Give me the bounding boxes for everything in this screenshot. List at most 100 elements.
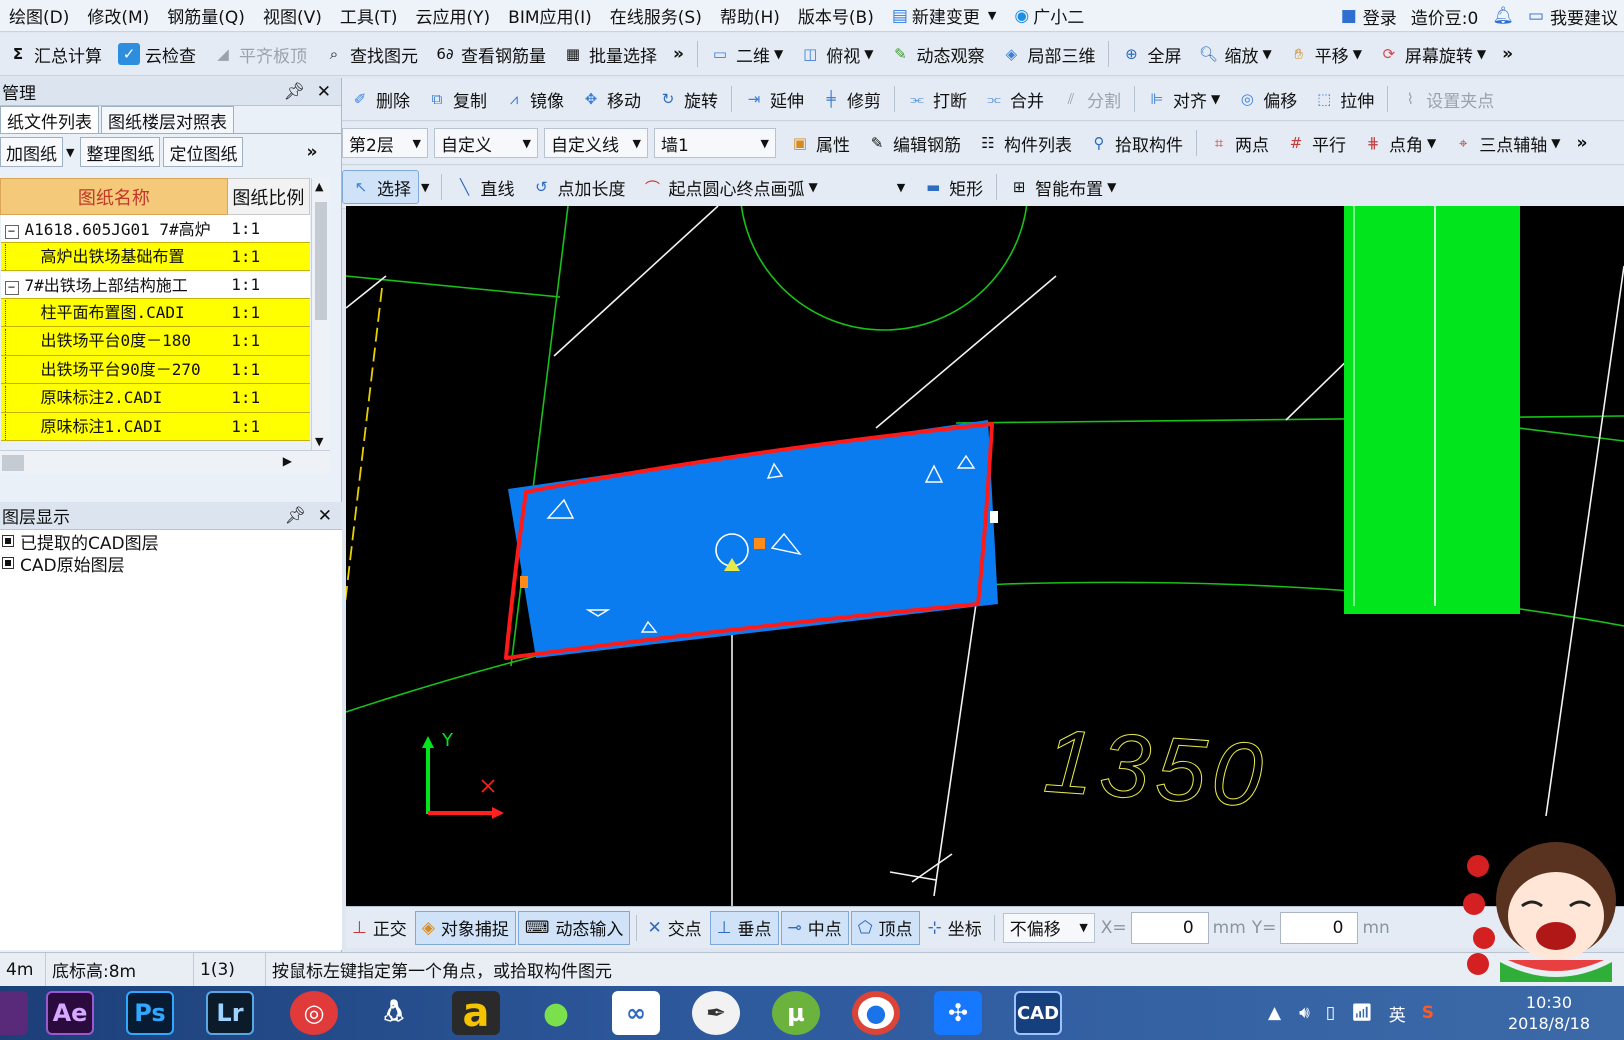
- scroll-thumb[interactable]: [315, 202, 327, 320]
- dyn-input-toggle[interactable]: ⌨︎ 动态输入: [517, 910, 631, 945]
- delete-button[interactable]: ✐ 删除: [342, 82, 417, 116]
- drawing-scale-cell[interactable]: 1:1: [227, 355, 310, 384]
- pin-icon[interactable]: 📌︎: [283, 82, 305, 102]
- zoom-button[interactable]: 🔍︎ 缩放 ▼: [1190, 37, 1278, 71]
- battery-icon[interactable]: ▯: [1326, 1003, 1335, 1023]
- table-row[interactable]: 出铁场平台0度－180 1:1: [0, 326, 310, 356]
- midpoint-snap[interactable]: ⊸ 中点: [780, 910, 849, 945]
- input-language[interactable]: 英: [1389, 1001, 1406, 1026]
- rotate-screen-button[interactable]: ⟳ 屏幕旋转 ▼: [1371, 37, 1493, 71]
- set-grip-button[interactable]: ⌇ 设置夹点: [1392, 82, 1501, 116]
- align-button[interactable]: ⊫ 对齐 ▼: [1139, 82, 1227, 116]
- table-horizontal-scrollbar[interactable]: ▶: [0, 450, 330, 474]
- drawing-scale-cell[interactable]: 1:1: [227, 383, 310, 413]
- drawing-name-cell[interactable]: 高炉出铁场基础布置: [0, 242, 228, 271]
- drawing-name-cell[interactable]: 柱平面布置图.CADI: [0, 298, 228, 327]
- batch-select-button[interactable]: ▦ 批量选择: [555, 37, 664, 71]
- copy-button[interactable]: ⧉ 复制: [419, 82, 494, 116]
- custom-line-select[interactable]: 自定义线 ▼: [544, 128, 648, 158]
- offset-button[interactable]: ◎ 偏移: [1229, 82, 1304, 116]
- menu-help[interactable]: 帮助(H): [711, 0, 789, 32]
- menu-draw[interactable]: 绘图(D): [0, 0, 78, 32]
- premiere-app-icon[interactable]: [0, 991, 28, 1035]
- pan-button[interactable]: ✋︎ 平移 ▼: [1281, 37, 1369, 71]
- drawing-name-cell[interactable]: 出铁场平台90度－270: [0, 355, 228, 384]
- coordinate-snap[interactable]: ⊹ 坐标: [922, 911, 988, 945]
- drawing-scale-cell[interactable]: 1:1: [227, 270, 310, 299]
- drawing-scale-cell[interactable]: 1:1: [227, 242, 310, 271]
- login-button[interactable]: ■ 登录: [1341, 4, 1397, 29]
- menu-tools[interactable]: 工具(T): [331, 0, 407, 32]
- collapse-toggle-icon[interactable]: −: [4, 225, 19, 240]
- offset-mode-select[interactable]: 不偏移 ▼: [1002, 912, 1095, 943]
- baidu-netdisk-icon[interactable]: ∞: [612, 991, 660, 1035]
- table-row[interactable]: 出铁场平台90度－270 1:1: [0, 355, 310, 384]
- component-list-button[interactable]: ☷ 构件列表: [970, 126, 1079, 160]
- photoshop-app-icon[interactable]: Ps: [126, 991, 174, 1035]
- intersection-snap[interactable]: ✕ 交点: [641, 911, 707, 945]
- cad-app-icon[interactable]: CAD: [1014, 991, 1062, 1035]
- close-icon[interactable]: ✕: [318, 506, 332, 526]
- drawing-scale-cell[interactable]: 1:1: [227, 214, 310, 243]
- drawing-name-cell[interactable]: −7#出铁场上部结构施工: [0, 270, 228, 299]
- select-button[interactable]: ↖ 选择: [342, 170, 419, 204]
- font-app-icon[interactable]: a: [452, 990, 500, 1036]
- arc-button[interactable]: ⌒ 起点圆心终点画弧 ▼: [634, 170, 824, 204]
- bell-icon[interactable]: 🔔︎: [1492, 6, 1514, 26]
- property-button[interactable]: ▣ 属性: [782, 126, 857, 160]
- cloud-check-button[interactable]: ✓ 云检查: [111, 37, 203, 71]
- drawing-name-cell[interactable]: 原味标注1.CADI: [0, 412, 228, 441]
- scroll-right-icon[interactable]: ▶: [283, 454, 292, 468]
- column-element[interactable]: [1344, 206, 1520, 614]
- tray-expand-icon[interactable]: ▲: [1268, 1003, 1281, 1023]
- volume-icon[interactable]: 🔊︎: [1299, 1003, 1310, 1023]
- smart-layout-button[interactable]: ⊞ 智能布置 ▼: [1001, 170, 1123, 204]
- table-row[interactable]: 高炉出铁场基础布置 1:1: [0, 242, 310, 271]
- y-coordinate-input[interactable]: 0: [1280, 911, 1359, 944]
- pick-component-button[interactable]: ⚲ 拾取构件: [1081, 126, 1190, 160]
- drawing-scale-cell[interactable]: 1:1: [227, 412, 310, 441]
- sogou-ime-icon[interactable]: S: [1422, 1003, 1434, 1023]
- top-view-button[interactable]: ◫ 俯视 ▼: [792, 37, 880, 71]
- drawing-scale-cell[interactable]: 1:1: [227, 298, 310, 327]
- drawing-name-cell[interactable]: 出铁场平台0度－180: [0, 326, 228, 356]
- chevron-down-icon[interactable]: ▼: [66, 146, 74, 159]
- menu-view[interactable]: 视图(V): [254, 0, 331, 32]
- add-drawing-button[interactable]: 加图纸: [0, 137, 63, 167]
- local-3d-button[interactable]: ◈ 局部三维: [993, 37, 1102, 71]
- overflow-chevron-icon[interactable]: »: [1569, 126, 1594, 160]
- move-button[interactable]: ✥ 移动: [573, 82, 648, 116]
- osnap-toggle[interactable]: ◈ 对象捕捉: [414, 910, 516, 945]
- vertex-snap[interactable]: ⬠ 顶点: [850, 910, 920, 945]
- find-element-button[interactable]: ⌕ 查找图元: [316, 37, 425, 71]
- menu-cloud[interactable]: 云应用(Y): [407, 0, 500, 32]
- table-vertical-scrollbar[interactable]: ▲ ▼: [311, 178, 330, 450]
- view-2d-button[interactable]: ▭ 二维 ▼: [702, 37, 790, 71]
- break-button[interactable]: ⫘ 打断: [899, 82, 974, 116]
- scroll-down-icon[interactable]: ▼: [315, 435, 323, 448]
- overflow-chevron-icon[interactable]: »: [306, 142, 317, 162]
- menu-new-change[interactable]: ▤ 新建变更 ▼: [883, 0, 1006, 32]
- flush-top-button[interactable]: ◢ 平齐板顶: [205, 37, 314, 71]
- point-length-button[interactable]: ↺ 点加长度: [523, 170, 632, 204]
- chrome-icon[interactable]: ●: [852, 991, 900, 1035]
- utorrent-icon[interactable]: µ: [772, 991, 820, 1035]
- x-coordinate-input[interactable]: 0: [1130, 911, 1209, 944]
- menu-modify[interactable]: 修改(M): [78, 0, 158, 32]
- menu-rebar-qty[interactable]: 钢筋量(Q): [158, 0, 254, 32]
- table-row[interactable]: 柱平面布置图.CADI 1:1: [0, 298, 310, 327]
- chevron-down-icon[interactable]: ▼: [421, 181, 429, 194]
- scroll-up-icon[interactable]: ▲: [315, 180, 323, 193]
- layer-checkbox[interactable]: [2, 557, 14, 569]
- menu-online[interactable]: 在线服务(S): [601, 0, 711, 32]
- stretch-button[interactable]: ⬚ 拉伸: [1306, 82, 1381, 116]
- layer-item-original[interactable]: CAD原始图层: [0, 552, 342, 576]
- drawing-canvas[interactable]: Y X 1350: [346, 206, 1624, 906]
- lightroom-app-icon[interactable]: Lr: [206, 991, 254, 1035]
- qq-icon[interactable]: 🐧︎: [370, 991, 418, 1035]
- summary-button[interactable]: Σ 汇总计算: [0, 37, 109, 71]
- pin-icon[interactable]: 📌︎: [284, 506, 306, 526]
- pen-app-icon[interactable]: ✒︎: [692, 991, 740, 1035]
- view-rebar-button[interactable]: 6∂ 查看钢筋量: [427, 37, 553, 71]
- dynamic-view-button[interactable]: ✎ 动态观察: [882, 37, 991, 71]
